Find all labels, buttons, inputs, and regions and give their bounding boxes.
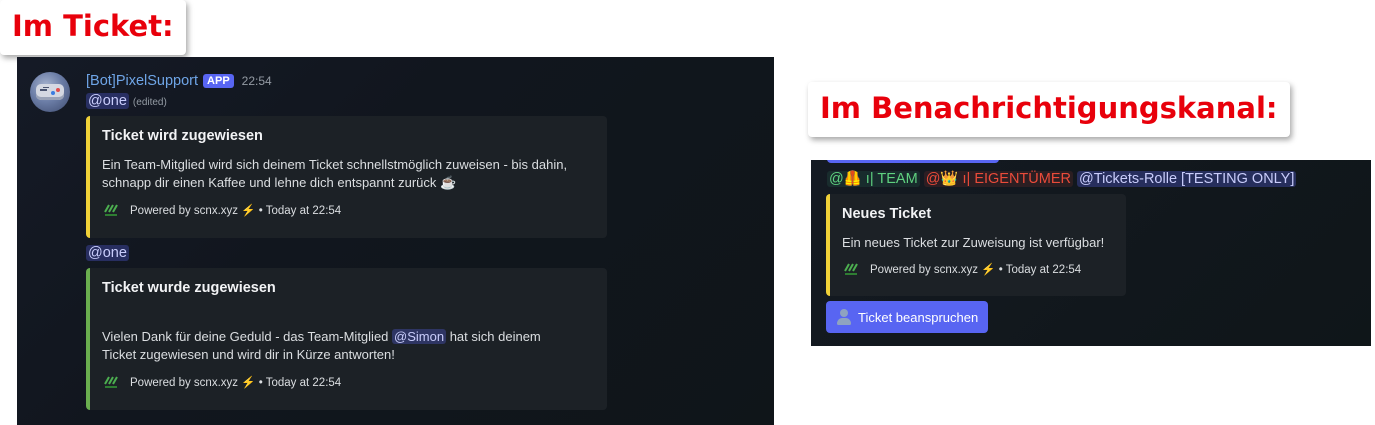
embed-footer: Powered by scnx.xyz ⚡ • Today at 22:54 [102,201,341,219]
claim-ticket-label: Ticket beanspruchen [858,309,979,325]
label-in-ticket: Im Ticket: [0,0,186,55]
embed-desc-line: schnapp dir einen Kaffee und lehne dich … [102,175,457,190]
footer-text: Powered by scnx.xyz ⚡ • Today at 22:54 [130,205,342,217]
mention-simon[interactable]: @Simon [392,329,447,344]
embed-footer: Powered by scnx.xyz ⚡ • Today at 22:54 [102,373,341,391]
message-content-2: @one [86,245,129,261]
embed-title: Neues Ticket [842,206,932,222]
message-content-1: @one (edited) [86,93,167,109]
bot-username[interactable]: [Bot]PixelSupport [86,73,198,89]
embed-description: Ein neues Ticket zur Zuweisung ist verfü… [842,235,1105,250]
embed-assigning: Ticket wird zugewiesen Ein Team-Mitglied… [86,116,607,238]
label-in-channel: Im Benachrichtigungskanal: [808,82,1290,137]
embed-title: Ticket wurde zugewiesen [102,280,276,296]
message-header: [Bot]PixelSupport APP 22:54 [86,71,272,91]
footer-text: Powered by scnx.xyz ⚡ • Today at 22:54 [130,377,342,389]
role-mention-owner[interactable]: @👑 ı| EIGENTÜMER [923,171,1073,187]
desc-text: hat sich deinem [449,329,541,344]
role-mentions: @🦺 ı| TEAM @👑 ı| EIGENTÜMER @Tickets-Rol… [827,170,1297,187]
mention-one[interactable]: @one [86,245,129,261]
footer-text: Powered by scnx.xyz ⚡ • Today at 22:54 [870,264,1082,276]
embed-description: Ein Team-Mitglied wird sich deinem Ticke… [102,156,567,192]
embed-new-ticket: Neues Ticket Ein neues Ticket zur Zuweis… [826,194,1126,296]
scnx-logo-icon [102,373,122,391]
claim-ticket-button[interactable]: Ticket beanspruchen [826,301,989,333]
ticket-chat-panel: [Bot]PixelSupport APP 22:54 @one (edited)… [17,57,774,425]
embed-title: Ticket wird zugewiesen [102,128,263,144]
embed-footer: Powered by scnx.xyz ⚡ • Today at 22:54 [842,260,1081,278]
scnx-logo-icon [102,201,122,219]
embed-desc-line: Vielen Dank für deine Geduld - das Team-… [102,328,541,346]
person-icon [836,309,852,325]
embed-desc-line: Ticket zugewiesen und wird dir in Kürze … [102,347,395,362]
gamepad-icon [36,84,64,100]
message-timestamp: 22:54 [241,74,272,88]
embed-desc-line: Ein Team-Mitglied wird sich deinem Ticke… [102,157,568,172]
mention-one[interactable]: @one [86,93,129,109]
app-badge: APP [203,74,234,88]
notification-chat-panel: @🦺 ı| TEAM @👑 ı| EIGENTÜMER @Tickets-Rol… [811,160,1371,346]
role-mention-team[interactable]: @🦺 ı| TEAM [827,171,920,187]
embed-assigned: Ticket wurde zugewiesen Vielen Dank für … [86,268,607,410]
desc-text: Vielen Dank für deine Geduld - das Team-… [102,329,389,344]
embed-description: Vielen Dank für deine Geduld - das Team-… [102,328,541,364]
edited-tag: (edited) [132,97,167,108]
scnx-logo-icon [842,260,862,278]
previous-button-edge[interactable] [827,160,999,163]
role-mention-tickets[interactable]: @Tickets-Rolle [TESTING ONLY] [1077,171,1297,187]
bot-avatar[interactable] [30,72,70,112]
